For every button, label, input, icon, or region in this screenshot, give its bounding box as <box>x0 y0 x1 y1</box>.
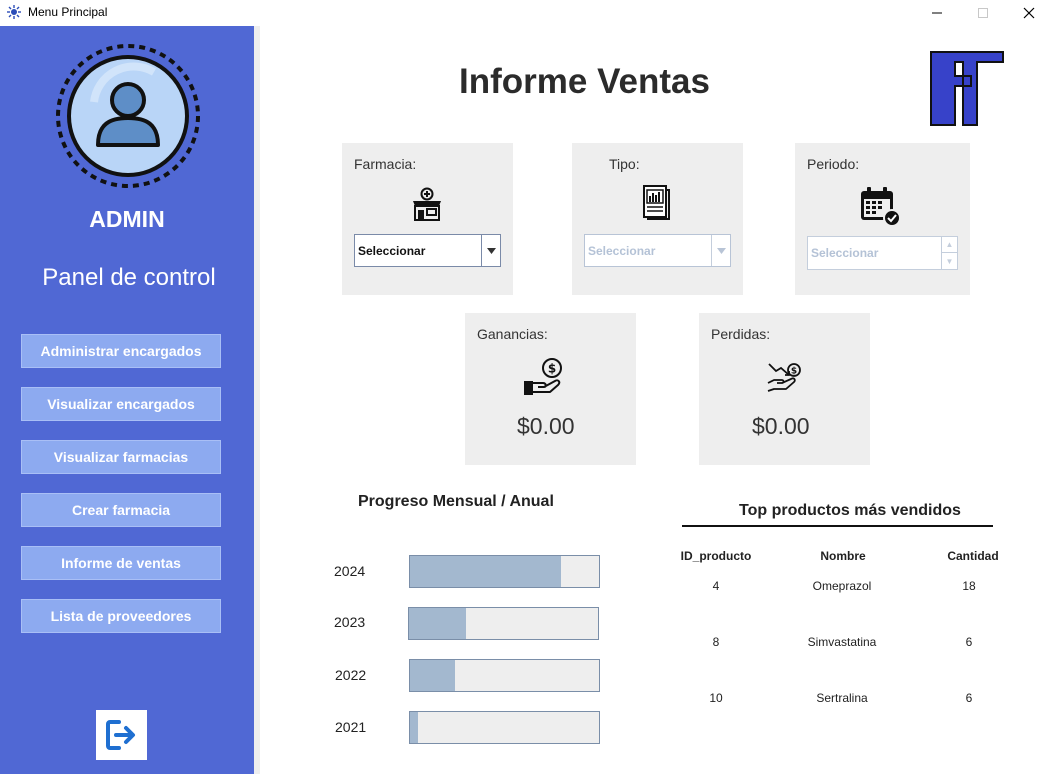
pharmacy-store-icon <box>413 187 441 221</box>
close-icon <box>1023 7 1035 19</box>
farmacia-select[interactable]: Seleccionar <box>354 234 501 267</box>
year-label: 2021 <box>335 719 367 735</box>
svg-text:$: $ <box>548 362 556 376</box>
sidebar-divider <box>254 26 260 774</box>
table-cell-cantidad: 18 <box>962 579 976 593</box>
column-header-id: ID_producto <box>680 549 752 563</box>
table-cell-nombre: Sertralina <box>816 691 868 705</box>
loss-hand-icon: $ <box>767 363 801 392</box>
maximize-button[interactable] <box>960 0 1006 26</box>
tipo-select-value: Seleccionar <box>588 243 656 258</box>
top-products-title: Top productos más vendidos <box>739 502 961 519</box>
user-avatar-icon <box>56 44 200 188</box>
panel-title: Panel de control <box>42 264 216 291</box>
table-cell-id: 10 <box>709 691 723 705</box>
maximize-icon <box>978 8 988 18</box>
tipo-select[interactable]: Seleccionar <box>584 234 731 267</box>
periodo-spinner-value: Seleccionar <box>811 246 879 260</box>
spinner-arrows[interactable]: ▲ ▼ <box>941 237 957 269</box>
sidebar-item-administrar-encargados[interactable]: Administrar encargados <box>21 334 221 368</box>
logout-icon <box>105 720 135 750</box>
progress-fill <box>410 660 456 691</box>
window-title: Menu Principal <box>28 5 108 19</box>
window-titlebar: Menu Principal <box>0 0 1048 26</box>
year-label: 2024 <box>334 563 366 579</box>
tipo-card: Tipo: Seleccionar <box>572 143 743 295</box>
periodo-spinner[interactable]: Seleccionar ▲ ▼ <box>807 236 958 270</box>
progress-fill <box>410 712 418 743</box>
table-cell-id: 8 <box>712 635 720 649</box>
sidebar-item-visualizar-encargados[interactable]: Visualizar encargados <box>21 387 221 421</box>
chevron-down-icon[interactable] <box>711 235 730 266</box>
progress-bar <box>409 555 600 588</box>
page-title: Informe Ventas <box>459 62 710 101</box>
chevron-down-icon[interactable] <box>481 235 500 266</box>
close-button[interactable] <box>1006 0 1048 26</box>
sidebar-item-visualizar-farmacias[interactable]: Visualizar farmacias <box>21 440 221 474</box>
farmacia-card: Farmacia: Seleccionar <box>342 143 513 295</box>
progress-bar <box>409 659 600 692</box>
periodo-card: Periodo: Seleccionar ▲ ▼ <box>795 143 970 295</box>
sidebar-item-lista-proveedores[interactable]: Lista de proveedores <box>21 599 221 633</box>
column-header-cantidad: Cantidad <box>947 549 999 563</box>
minimize-icon <box>932 12 942 14</box>
year-label: 2022 <box>335 667 367 683</box>
money-hand-icon: $ <box>524 358 562 395</box>
periodo-label: Periodo: <box>807 156 860 172</box>
spinner-down-icon[interactable]: ▼ <box>942 253 957 269</box>
spinner-up-icon[interactable]: ▲ <box>942 237 957 253</box>
logout-button[interactable] <box>96 710 147 760</box>
farmacia-select-value: Seleccionar <box>358 243 426 258</box>
progress-fill <box>410 556 562 587</box>
table-cell-nombre: Omeprazol <box>812 579 872 593</box>
perdidas-value: $0.00 <box>752 413 810 439</box>
progress-bar <box>409 711 600 744</box>
table-cell-id: 4 <box>712 579 720 593</box>
title-underline <box>682 525 993 527</box>
app-icon <box>7 5 21 19</box>
progress-title: Progreso Mensual / Anual <box>358 493 554 510</box>
table-cell-cantidad: 6 <box>965 635 973 649</box>
ganancias-value: $0.00 <box>517 413 575 439</box>
user-name: ADMIN <box>89 206 165 232</box>
table-cell-cantidad: 6 <box>965 691 973 705</box>
year-label: 2023 <box>334 614 366 630</box>
progress-fill <box>409 608 466 639</box>
table-cell-nombre: Simvastatina <box>807 635 877 649</box>
progress-bar <box>408 607 599 640</box>
column-header-nombre: Nombre <box>820 549 866 563</box>
sidebar-item-informe-ventas[interactable]: Informe de ventas <box>21 546 221 580</box>
ganancias-card: Ganancias: $ $0.00 <box>465 313 636 465</box>
perdidas-card: Perdidas: $ $0.00 <box>699 313 870 465</box>
tipo-label: Tipo: <box>609 156 640 172</box>
farmacia-label: Farmacia: <box>354 156 417 172</box>
minimize-button[interactable] <box>914 0 960 26</box>
brand-logo <box>930 51 1004 126</box>
ganancias-label: Ganancias: <box>477 326 548 342</box>
report-document-icon <box>643 185 670 220</box>
perdidas-label: Perdidas: <box>711 326 771 342</box>
svg-text:$: $ <box>791 367 797 377</box>
calendar-check-icon <box>861 187 901 227</box>
sidebar-item-crear-farmacia[interactable]: Crear farmacia <box>21 493 221 527</box>
